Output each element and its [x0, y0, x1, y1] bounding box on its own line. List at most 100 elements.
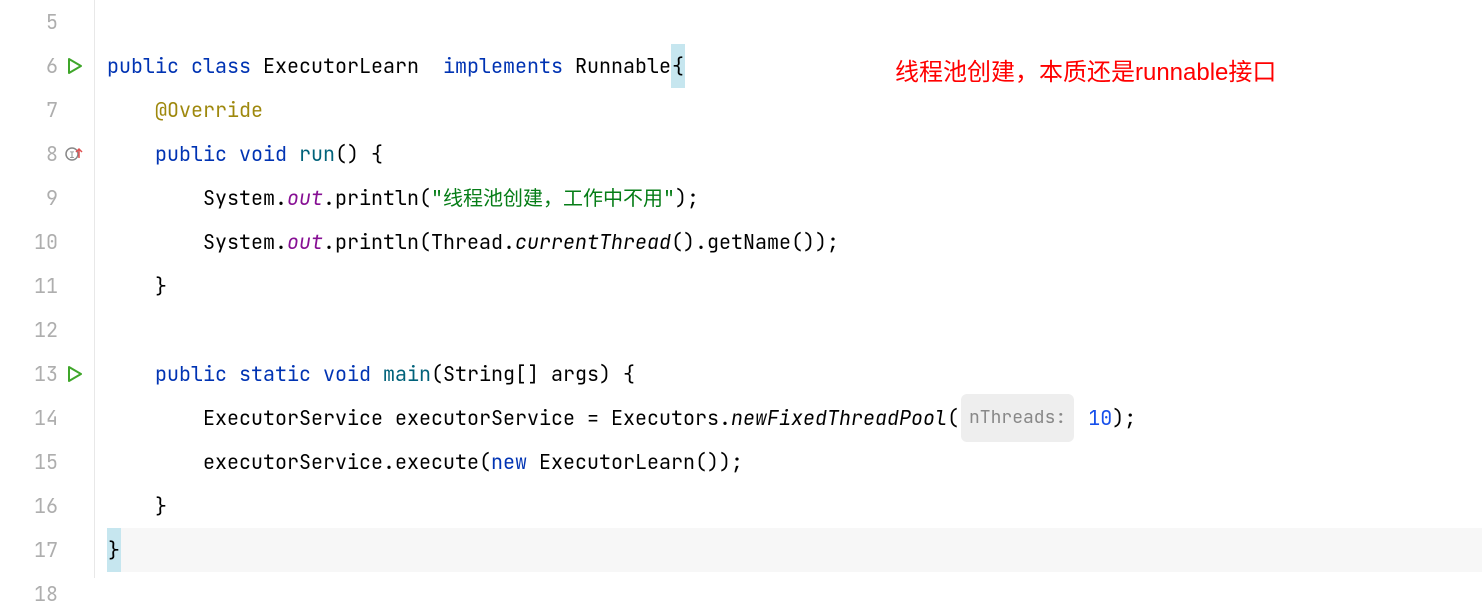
implements-icon[interactable]: I [64, 145, 86, 163]
annotation-override: @Override [155, 88, 263, 132]
param-args: args [551, 352, 599, 396]
call: (). [671, 220, 707, 264]
paren-open: ( [419, 176, 431, 220]
indent [107, 396, 203, 440]
keyword-public: public [155, 352, 227, 396]
gutter-row[interactable]: 6 [0, 44, 94, 88]
indent [107, 88, 155, 132]
gutter: 5 6 7 8 I 9 10 11 12 13 [0, 0, 95, 578]
dot: . [383, 440, 395, 484]
run-icon[interactable] [64, 57, 86, 75]
indent [107, 220, 203, 264]
gutter-row: 5 [0, 0, 94, 44]
run-icon[interactable] [64, 365, 86, 383]
gutter-row: 10 [0, 220, 94, 264]
code-line[interactable]: System.out.println(Thread.currentThread(… [107, 220, 1482, 264]
indent [107, 352, 155, 396]
keyword-implements: implements [443, 44, 563, 88]
line-number: 8 [28, 141, 58, 167]
code-area[interactable]: public class ExecutorLearn implements Ru… [95, 0, 1482, 578]
code-line[interactable] [107, 308, 1482, 352]
gutter-row: 9 [0, 176, 94, 220]
line-number: 17 [28, 537, 58, 563]
call: ()); [791, 220, 839, 264]
brace-close: } [107, 528, 121, 572]
paren-open: ( [431, 352, 443, 396]
code-line[interactable]: public static void main(String[] args) { [107, 352, 1482, 396]
equals: = [587, 396, 611, 440]
code-line-current[interactable]: } [107, 528, 1482, 572]
class-executorlearn: ExecutorLearn [539, 440, 695, 484]
gutter-row[interactable]: 8 I [0, 132, 94, 176]
parens: () [335, 132, 359, 176]
space [227, 132, 239, 176]
method-run: run [299, 132, 335, 176]
space [371, 352, 383, 396]
code-line[interactable]: } [107, 264, 1482, 308]
code-line[interactable] [107, 0, 1482, 44]
indent [107, 484, 155, 528]
svg-text:I: I [69, 151, 75, 162]
keyword-public: public [155, 132, 227, 176]
brace-open: { [671, 44, 685, 88]
method-getname: getName [707, 220, 791, 264]
dot: . [323, 220, 335, 264]
line-number: 12 [28, 317, 58, 343]
gutter-row: 12 [0, 308, 94, 352]
line-number: 18 [28, 581, 58, 607]
line-number: 7 [28, 97, 58, 123]
class-executors: Executors [611, 396, 719, 440]
dot: . [275, 220, 287, 264]
indent [107, 440, 203, 484]
keyword-class: class [191, 44, 251, 88]
code-line[interactable]: public void run() { [107, 132, 1482, 176]
variable: executorService [383, 396, 587, 440]
interface-name: Runnable [575, 44, 671, 88]
space [419, 44, 443, 88]
line-number: 14 [28, 405, 58, 431]
line-number: 6 [28, 53, 58, 79]
inlay-hint-nthreads: nThreads: [961, 394, 1074, 442]
variable: executorService [203, 440, 383, 484]
method-execute: execute [395, 440, 479, 484]
brace-close: } [155, 484, 167, 528]
number-literal: 10 [1076, 396, 1112, 440]
space [251, 44, 263, 88]
method-newfixedthreadpool: newFixedThreadPool [731, 396, 947, 440]
line-number: 16 [28, 493, 58, 519]
class-executorservice: ExecutorService [203, 396, 383, 440]
code-line[interactable]: executorService.execute(new ExecutorLear… [107, 440, 1482, 484]
method-main: main [383, 352, 431, 396]
dot: . [275, 176, 287, 220]
gutter-row: 14 [0, 396, 94, 440]
gutter-row[interactable]: 13 [0, 352, 94, 396]
indent [107, 264, 155, 308]
method-println: println [335, 220, 419, 264]
paren-close: ); [1112, 396, 1136, 440]
code-line[interactable]: } [107, 484, 1482, 528]
code-line[interactable]: ExecutorService executorService = Execut… [107, 396, 1482, 440]
line-number: 13 [28, 361, 58, 387]
space [227, 352, 239, 396]
space [527, 440, 539, 484]
paren-open: ( [479, 440, 491, 484]
code-line[interactable]: System.out.println("线程池创建，工作中不用"); [107, 176, 1482, 220]
space [311, 352, 323, 396]
space [179, 44, 191, 88]
gutter-row: 7 [0, 88, 94, 132]
line-number: 9 [28, 185, 58, 211]
string-literal: "线程池创建，工作中不用" [431, 176, 675, 220]
gutter-row: 18 [0, 572, 94, 616]
class-string: String [443, 352, 515, 396]
brace-close: } [155, 264, 167, 308]
dot: . [503, 220, 515, 264]
code-line[interactable] [107, 572, 1482, 616]
user-annotation: 线程池创建，本质还是runnable接口 [895, 52, 1276, 87]
class-name: ExecutorLearn [263, 44, 419, 88]
code-line[interactable]: @Override [107, 88, 1482, 132]
gutter-row: 16 [0, 484, 94, 528]
keyword-void: void [239, 132, 287, 176]
method-println: println [335, 176, 419, 220]
line-number: 15 [28, 449, 58, 475]
paren-close: ) { [599, 352, 635, 396]
